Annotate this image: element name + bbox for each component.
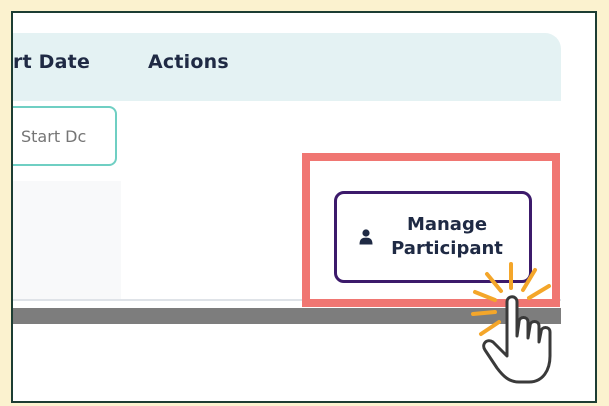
person-icon	[359, 229, 373, 245]
column-header-actions: Actions	[148, 51, 229, 73]
table-row-cell	[13, 181, 121, 301]
start-date-filter-input[interactable]	[13, 106, 117, 166]
hand-pointer-icon	[471, 262, 552, 384]
manage-participant-label: Manage Participant	[391, 214, 503, 259]
column-header-start-date: rt Date	[13, 51, 91, 73]
screenshot-frame: rt Date Actions Manage Participant	[11, 11, 597, 403]
table-header	[13, 33, 561, 101]
